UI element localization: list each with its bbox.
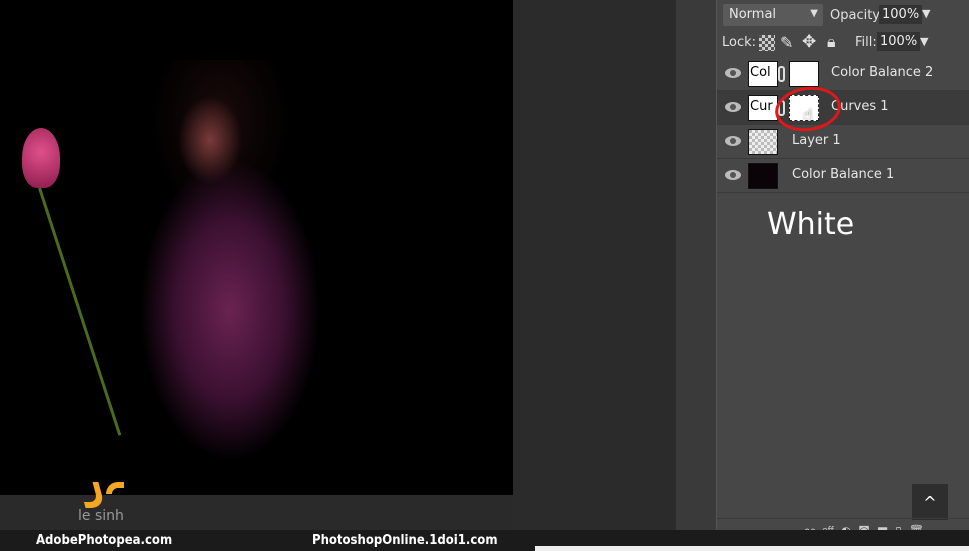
lock-transparency-icon[interactable] xyxy=(759,35,775,51)
lock-paint-icon[interactable]: ✎ xyxy=(780,33,793,52)
layer-name: Layer 1 xyxy=(792,133,841,148)
scroll-up-button[interactable]: ^ xyxy=(912,484,948,520)
layer-thumb xyxy=(748,129,778,155)
lock-label: Lock: xyxy=(722,35,757,50)
link-icon[interactable] xyxy=(778,66,785,82)
image-canvas[interactable] xyxy=(0,0,513,495)
lock-all-icon[interactable]: 🔒︎ xyxy=(827,32,836,52)
layer-row-color-balance-1[interactable]: Color Balance 1 xyxy=(717,159,969,193)
blend-mode-select[interactable]: Normal ▼ xyxy=(723,4,823,26)
flower-stem xyxy=(38,187,122,436)
flower xyxy=(22,128,60,188)
divider xyxy=(717,518,969,519)
layer-name: Color Balance 1 xyxy=(792,167,895,182)
blend-mode-value: Normal xyxy=(729,7,777,22)
layer-thumb xyxy=(748,163,778,189)
eye-icon[interactable] xyxy=(725,170,741,180)
layer-name: Color Balance 2 xyxy=(831,65,934,80)
workspace xyxy=(513,0,676,530)
opacity-input[interactable]: 100% xyxy=(879,5,923,24)
fill-label: Fill: xyxy=(855,35,877,50)
panel-divider xyxy=(676,0,716,530)
footer-right-link[interactable]: PhotoshopOnline.1doi1.com xyxy=(312,533,498,548)
mask-thumb[interactable] xyxy=(789,61,819,87)
chevron-down-icon: ▼ xyxy=(810,8,818,19)
footer-left-link[interactable]: AdobePhotopea.com xyxy=(36,533,172,548)
opacity-label: Opacity: xyxy=(830,8,884,23)
lesinh-logo xyxy=(78,480,130,510)
layer-row-curves-1[interactable]: Cur Curves 1 ☝ xyxy=(717,82,969,136)
adjustment-thumb: Cur xyxy=(748,95,778,121)
eye-icon[interactable] xyxy=(725,136,741,146)
layers-panel: Normal ▼ Opacity: 100% ▼ Lock: ✎ ✥ 🔒︎ Fil… xyxy=(716,0,969,530)
opacity-dropdown-icon[interactable]: ▼ xyxy=(922,7,930,20)
fill-dropdown-icon[interactable]: ▼ xyxy=(920,35,928,48)
footer-highlight xyxy=(535,546,969,551)
adjustment-thumb: Col xyxy=(748,61,778,87)
layer-row-layer-1[interactable]: Layer 1 xyxy=(717,125,969,159)
fill-input[interactable]: 100% xyxy=(877,32,921,51)
white-caption: White xyxy=(767,207,855,242)
hand-cursor-icon: ☝ xyxy=(803,105,813,124)
lesinh-logo-text: le sinh xyxy=(78,508,124,524)
photo-figure xyxy=(110,60,350,480)
layer-row-color-balance-2[interactable]: Col Color Balance 2 xyxy=(717,57,969,91)
eye-icon[interactable] xyxy=(725,68,741,78)
eye-icon[interactable] xyxy=(725,102,741,112)
lock-move-icon[interactable]: ✥ xyxy=(802,32,816,52)
